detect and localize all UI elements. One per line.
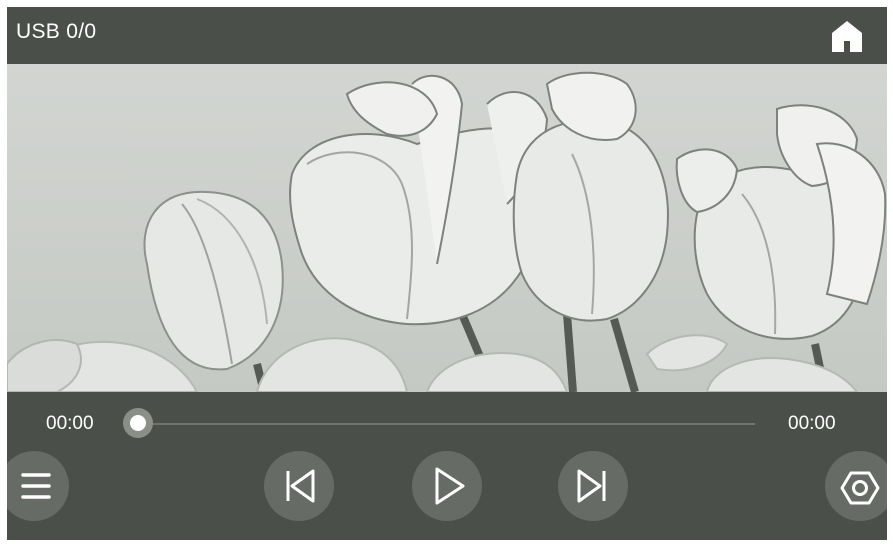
skip-previous-icon [286,469,315,503]
source-label: USB 0/0 [16,20,97,43]
next-button[interactable] [558,451,628,521]
home-button[interactable] [827,16,867,56]
current-time: 00:00 [46,413,94,434]
skip-next-icon [577,469,606,503]
top-bar: USB 0/0 [7,7,887,64]
hexagon-settings-icon [840,471,880,505]
hamburger-menu-icon [21,473,51,499]
playback-controls: 00:00 00:00 [7,392,887,540]
menu-button[interactable] [7,451,69,521]
media-player-screen: USB 0/0 00:00 00:00 [7,7,887,540]
progress-track[interactable] [137,423,755,425]
total-time: 00:00 [788,413,836,434]
tulip-photo [7,64,887,392]
settings-button[interactable] [825,451,887,521]
home-icon [832,21,862,52]
progress-knob[interactable] [123,408,153,438]
play-button[interactable] [412,451,482,521]
play-icon [435,467,465,505]
previous-button[interactable] [264,451,334,521]
